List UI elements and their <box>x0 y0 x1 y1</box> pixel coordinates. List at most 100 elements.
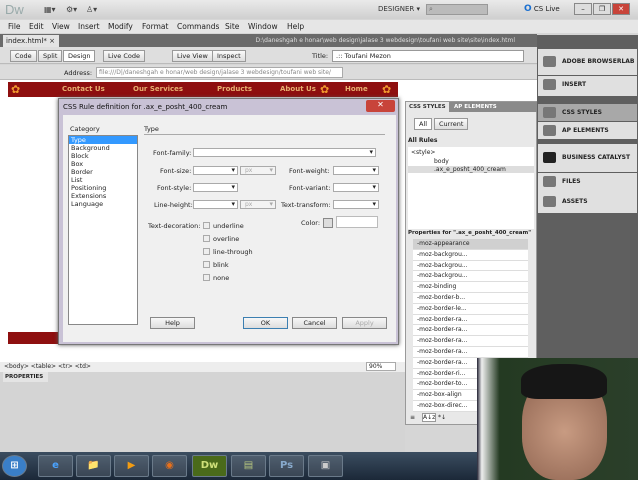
dock-files[interactable]: FILES <box>538 173 637 193</box>
start-button[interactable]: ⊞ <box>2 455 27 477</box>
property-row[interactable]: -moz-border-ra... <box>413 336 528 347</box>
blink-checkbox[interactable] <box>203 261 210 268</box>
property-row[interactable]: -moz-appearance <box>413 239 528 250</box>
alphabetical-view-icon[interactable]: A↓z <box>422 413 437 422</box>
media-player-icon[interactable]: ▶ <box>114 455 149 477</box>
current-mode-button[interactable]: Current <box>434 118 469 130</box>
line-through-checkbox[interactable] <box>203 248 210 255</box>
cs-live-button[interactable]: O CS Live <box>524 4 560 14</box>
property-row[interactable]: -moz-binding <box>413 282 528 293</box>
nav-home[interactable]: Home <box>345 85 368 93</box>
color-picker-button[interactable] <box>323 218 333 228</box>
line-height-select[interactable] <box>193 200 238 209</box>
menu-view[interactable]: View <box>52 22 70 31</box>
zoom-select[interactable]: 90% <box>366 362 396 371</box>
menu-site[interactable]: Site <box>225 22 239 31</box>
photoshop-icon[interactable]: Ps <box>269 455 304 477</box>
close-button[interactable]: ✕ <box>612 3 630 15</box>
design-view-button[interactable]: Design <box>63 50 96 62</box>
ok-button[interactable]: OK <box>243 317 288 329</box>
site-icon[interactable]: ♙▾ <box>86 5 97 14</box>
rule-ax-e-posht[interactable]: .ax_e_posht_400_cream <box>408 166 534 173</box>
rule-body[interactable]: body <box>434 158 449 165</box>
all-mode-button[interactable]: All <box>414 118 433 130</box>
camera-app-icon[interactable]: ▣ <box>308 455 343 477</box>
category-view-icon[interactable]: ≡ <box>410 414 415 421</box>
gear-icon[interactable]: ⚙▾ <box>66 5 77 14</box>
line-height-unit-select[interactable]: px <box>240 200 276 209</box>
help-search-input[interactable]: ⌕ <box>426 4 488 15</box>
property-row[interactable]: -moz-border-b... <box>413 293 528 304</box>
menu-window[interactable]: Window <box>248 22 278 31</box>
apply-button[interactable]: Apply <box>342 317 387 329</box>
menu-modify[interactable]: Modify <box>108 22 133 31</box>
code-view-button[interactable]: Code <box>10 50 37 62</box>
properties-tab[interactable]: PROPERTIES <box>3 372 48 382</box>
font-size-select[interactable] <box>193 166 238 175</box>
category-block[interactable]: Block <box>69 152 137 160</box>
cancel-button[interactable]: Cancel <box>292 317 337 329</box>
menu-edit[interactable]: Edit <box>29 22 44 31</box>
category-type[interactable]: Type <box>69 136 137 144</box>
property-row[interactable]: -moz-border-ra... <box>413 347 528 358</box>
rule-style[interactable]: <style> <box>411 149 435 156</box>
category-list-item[interactable]: List <box>69 176 137 184</box>
tag-selector[interactable]: <body> <table> <tr> <td> <box>4 363 91 370</box>
dock-css-styles[interactable]: CSS STYLES <box>538 104 637 121</box>
tab-ap-elements[interactable]: AP ELEMENTS <box>451 102 500 112</box>
tab-css-styles[interactable]: CSS STYLES <box>406 102 449 112</box>
property-row[interactable]: -moz-backgrou... <box>413 249 528 261</box>
file-explorer-icon[interactable]: 📁 <box>76 455 111 477</box>
live-code-button[interactable]: Live Code <box>103 50 145 62</box>
color-input[interactable] <box>336 216 378 228</box>
nav-our-services[interactable]: Our Services <box>133 85 183 93</box>
page-title-input[interactable]: .:: Toufani Mezon <box>332 50 524 62</box>
live-view-button[interactable]: Live View <box>172 50 213 62</box>
notes-icon[interactable]: ▤ <box>231 455 266 477</box>
font-style-select[interactable] <box>193 183 238 192</box>
dock-assets[interactable]: ASSETS <box>538 193 637 213</box>
dock-adobe-browserlab[interactable]: ADOBE BROWSERLAB <box>538 49 637 75</box>
underline-checkbox[interactable] <box>203 222 210 229</box>
property-row[interactable]: -moz-border-ra... <box>413 314 528 326</box>
workspace-switcher[interactable]: DESIGNER ▾ <box>378 5 420 13</box>
menu-insert[interactable]: Insert <box>78 22 100 31</box>
overline-checkbox[interactable] <box>203 235 210 242</box>
none-checkbox[interactable] <box>203 274 210 281</box>
category-positioning[interactable]: Positioning <box>69 184 137 192</box>
menu-commands[interactable]: Commands <box>177 22 219 31</box>
font-family-select[interactable] <box>193 148 376 157</box>
nav-contact-us[interactable]: Contact Us <box>62 85 105 93</box>
restore-button[interactable]: ❐ <box>593 3 611 15</box>
internet-explorer-icon[interactable]: e <box>38 455 73 477</box>
category-extensions[interactable]: Extensions <box>69 192 137 200</box>
category-box[interactable]: Box <box>69 160 137 168</box>
nav-products[interactable]: Products <box>217 85 252 93</box>
property-row[interactable]: -moz-backgrou... <box>413 260 528 272</box>
firefox-icon[interactable]: ◉ <box>152 455 187 477</box>
menu-help[interactable]: Help <box>287 22 304 31</box>
dialog-close-button[interactable]: ✕ <box>366 100 395 112</box>
split-view-button[interactable]: Split <box>38 50 63 62</box>
property-row[interactable]: -moz-backgrou... <box>413 271 528 283</box>
dock-ap-elements[interactable]: AP ELEMENTS <box>538 122 637 139</box>
property-row[interactable]: -moz-border-le... <box>413 303 528 315</box>
nav-about-us[interactable]: About Us <box>280 85 316 93</box>
category-border[interactable]: Border <box>69 168 137 176</box>
text-transform-select[interactable] <box>333 200 379 209</box>
dock-business-catalyst[interactable]: BUSINESS CATALYST <box>538 144 637 172</box>
set-properties-view-icon[interactable]: *↓ <box>438 414 446 421</box>
address-input[interactable]: file:///D|/daneshgah e honar/web design/… <box>96 67 343 78</box>
close-tab-icon[interactable]: × <box>49 37 55 45</box>
document-tab[interactable]: index.html* × <box>3 35 59 47</box>
help-button[interactable]: Help <box>150 317 195 329</box>
layout-icon[interactable]: ▦▾ <box>44 5 56 14</box>
minimize-button[interactable]: – <box>574 3 592 15</box>
font-size-unit-select[interactable]: px <box>240 166 276 175</box>
category-language[interactable]: Language <box>69 200 137 208</box>
inspect-button[interactable]: Inspect <box>212 50 246 62</box>
menu-format[interactable]: Format <box>142 22 168 31</box>
font-weight-select[interactable] <box>333 166 379 175</box>
category-background[interactable]: Background <box>69 144 137 152</box>
dreamweaver-task-icon[interactable]: Dw <box>192 455 227 477</box>
